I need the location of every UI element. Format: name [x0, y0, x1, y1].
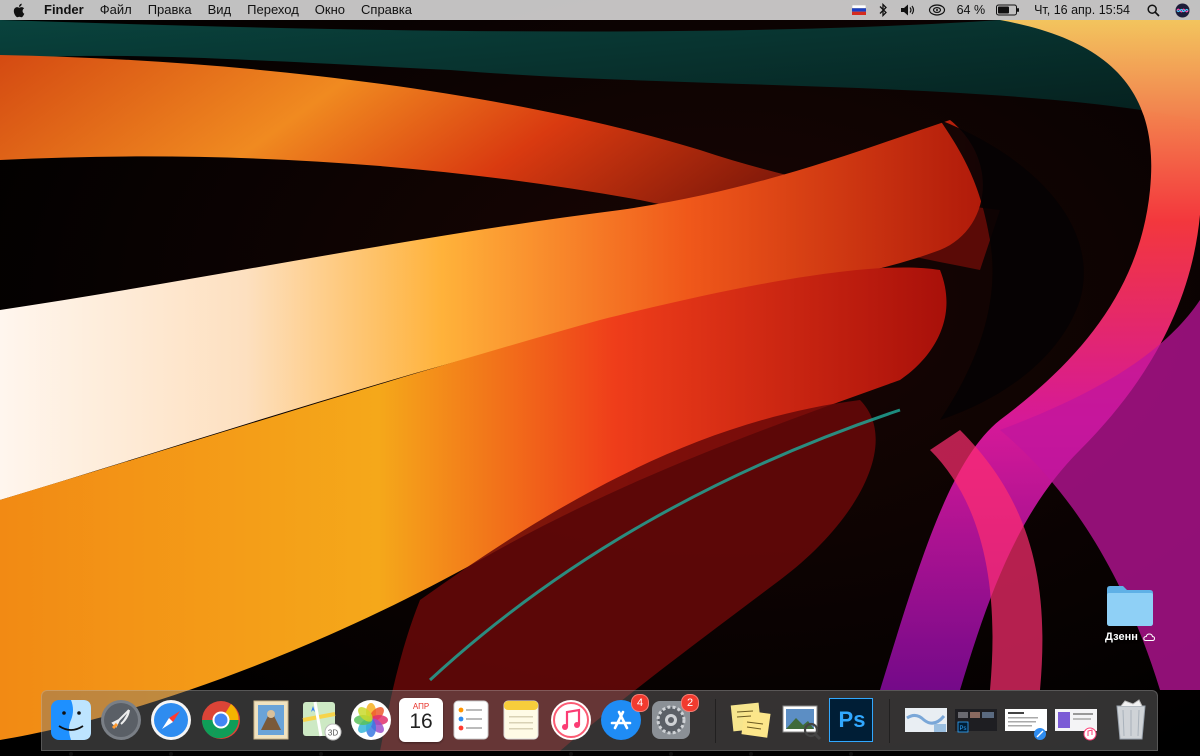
- preview-icon: [782, 705, 822, 741]
- chrome-icon: [201, 701, 240, 739]
- dock-system-preferences[interactable]: 2: [647, 694, 699, 756]
- clock[interactable]: Чт, 16 апр. 15:54: [1026, 0, 1138, 20]
- dock-minimized-window[interactable]: Ps: [952, 696, 1000, 744]
- folder-label: Дзенн: [1105, 631, 1138, 643]
- dock-preview[interactable]: [777, 696, 825, 744]
- menu-file[interactable]: Файл: [92, 0, 140, 20]
- dock-app-store[interactable]: 4: [597, 694, 649, 744]
- stickies-icon: [730, 702, 771, 738]
- notification-badge: 2: [681, 694, 699, 712]
- svg-text:3D: 3D: [328, 729, 338, 738]
- dock-maps[interactable]: 3D: [297, 696, 345, 756]
- dock-mail[interactable]: [247, 696, 295, 744]
- menu-bar: Finder Файл Правка Вид Переход Окно Спра…: [0, 0, 1200, 20]
- dock-chrome[interactable]: [197, 696, 245, 744]
- dock-launchpad[interactable]: [97, 696, 145, 744]
- dock-photoshop[interactable]: Ps: [827, 696, 875, 756]
- siri-icon[interactable]: [1169, 0, 1200, 20]
- safari-compass-icon: [151, 700, 191, 740]
- itunes-music-icon: [551, 700, 591, 740]
- menu-view[interactable]: Вид: [200, 0, 240, 20]
- reminders-icon: [453, 700, 489, 740]
- notes-icon: [503, 700, 539, 740]
- running-indicator: [669, 752, 673, 756]
- search-icon[interactable]: [1138, 0, 1169, 20]
- trash-icon: [1116, 699, 1146, 740]
- menu-window[interactable]: Окно: [307, 0, 353, 20]
- dock-notes[interactable]: [497, 696, 545, 744]
- menu-edit[interactable]: Правка: [140, 0, 200, 20]
- running-indicator: [169, 752, 173, 756]
- folder-icon: [1107, 586, 1153, 626]
- maps-icon: 3D: [302, 701, 342, 741]
- photoshop-label: Ps: [838, 707, 866, 732]
- bluetooth-icon[interactable]: [872, 0, 894, 20]
- dock-stickies[interactable]: [727, 696, 775, 756]
- menu-app-name[interactable]: Finder: [36, 0, 92, 20]
- finder-icon: [51, 700, 91, 740]
- minimized-window-thumbnail: [1055, 709, 1097, 741]
- calendar-day: 16: [409, 710, 433, 733]
- svg-text:Ps: Ps: [959, 726, 966, 732]
- running-indicator: [569, 752, 573, 756]
- minimized-window-thumbnail: [1005, 709, 1047, 740]
- dock: 3D АПР 16 4 2 Ps Ps: [41, 690, 1158, 756]
- running-indicator: [319, 752, 323, 756]
- dock-trash[interactable]: [1107, 696, 1155, 744]
- running-indicator: [69, 752, 73, 756]
- dock-finder[interactable]: [47, 696, 95, 756]
- minimized-window-thumbnail: [905, 708, 947, 732]
- cloud-download-icon: [1143, 633, 1155, 641]
- dock-itunes[interactable]: [547, 696, 595, 756]
- dock-reminders[interactable]: [447, 696, 495, 744]
- dock-photos[interactable]: [347, 696, 395, 744]
- photoshop-icon: Ps: [829, 698, 873, 742]
- volume-icon[interactable]: [894, 0, 922, 20]
- mail-stamp-icon: [253, 700, 289, 740]
- dock-minimized-window[interactable]: [1052, 696, 1100, 744]
- flag-ru-icon[interactable]: [846, 0, 872, 20]
- dock-minimized-window[interactable]: [1002, 696, 1050, 744]
- menu-help[interactable]: Справка: [353, 0, 420, 20]
- dock-safari[interactable]: [147, 696, 195, 756]
- battery-percent: 64 %: [956, 3, 986, 17]
- running-indicator: [849, 752, 853, 756]
- airplay-icon[interactable]: [922, 0, 952, 20]
- dock-calendar[interactable]: АПР 16: [397, 696, 445, 744]
- desktop-wallpaper: [0, 0, 1200, 751]
- dock-minimized-window[interactable]: [902, 696, 950, 744]
- battery-icon[interactable]: [990, 0, 1026, 20]
- photos-flower-icon: [351, 700, 391, 740]
- menu-go[interactable]: Переход: [239, 0, 307, 20]
- running-indicator: [749, 752, 753, 756]
- apple-icon[interactable]: [0, 0, 36, 20]
- minimized-window-thumbnail: Ps: [955, 709, 997, 733]
- dock-separator: [889, 699, 890, 743]
- desktop-folder[interactable]: Дзенн: [1098, 583, 1162, 643]
- dock-separator: [715, 699, 716, 743]
- calendar-icon: АПР 16: [399, 698, 443, 742]
- launchpad-rocket-icon: [101, 700, 141, 740]
